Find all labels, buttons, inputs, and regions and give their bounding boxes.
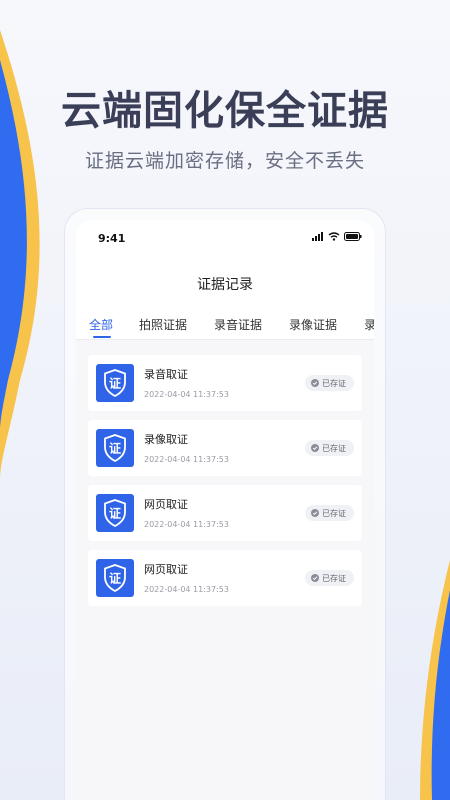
- check-circle-icon: [311, 444, 319, 452]
- certificate-shield-icon: 证: [96, 429, 134, 467]
- check-circle-icon: [311, 509, 319, 517]
- record-time: 2022-04-04 11:37:53: [144, 520, 229, 529]
- signal-icon: [312, 232, 323, 241]
- page-title: 证据记录: [197, 277, 253, 293]
- check-circle-icon: [311, 574, 319, 582]
- record-item[interactable]: 证 网页取证 2022-04-04 11:37:53 已存证: [88, 485, 362, 541]
- promo-subline: 证据云端加密存储，安全不丢失: [84, 150, 365, 172]
- tab-photo[interactable]: 拍照证据: [139, 316, 187, 333]
- certificate-shield-icon: 证: [96, 494, 134, 532]
- record-list: 证 录音取证 2022-04-04 11:37:53 已存证 证 录像取证 20…: [88, 355, 362, 615]
- tabs-divider: [76, 339, 374, 340]
- record-item[interactable]: 证 录音取证 2022-04-04 11:37:53 已存证: [88, 355, 362, 411]
- record-title: 录像取证: [144, 433, 188, 446]
- status-badge: 已存证: [305, 570, 354, 586]
- svg-text:证: 证: [109, 442, 121, 456]
- certificate-shield-icon: 证: [96, 364, 134, 402]
- active-tab-indicator: [93, 336, 111, 338]
- certificate-shield-icon: 证: [96, 559, 134, 597]
- svg-text:证: 证: [109, 507, 121, 521]
- record-title: 网页取证: [144, 563, 188, 576]
- tab-all[interactable]: 全部: [89, 316, 113, 333]
- record-item[interactable]: 证 网页取证 2022-04-04 11:37:53 已存证: [88, 550, 362, 606]
- phone-header: 9:41 证据记录 全部 拍照证据 录音证据 录像证据 录: [76, 220, 374, 340]
- record-title: 录音取证: [144, 368, 188, 381]
- check-circle-icon: [311, 379, 319, 387]
- tab-video[interactable]: 录像证据: [289, 316, 337, 333]
- promo-headline: 云端固化保全证据: [61, 88, 389, 134]
- record-item[interactable]: 证 录像取证 2022-04-04 11:37:53 已存证: [88, 420, 362, 476]
- status-icons: [312, 232, 362, 241]
- status-badge: 已存证: [305, 505, 354, 521]
- svg-text:证: 证: [109, 572, 121, 586]
- battery-icon: [344, 232, 362, 241]
- tab-audio[interactable]: 录音证据: [214, 316, 262, 333]
- status-badge: 已存证: [305, 440, 354, 456]
- record-title: 网页取证: [144, 498, 188, 511]
- wifi-icon: [328, 232, 340, 241]
- status-badge: 已存证: [305, 375, 354, 391]
- phone-screen: 9:41 证据记录 全部 拍照证据 录音证据 录像证据 录 证 录音取证 202…: [76, 220, 374, 800]
- record-time: 2022-04-04 11:37:53: [144, 455, 229, 464]
- svg-text:证: 证: [109, 377, 121, 391]
- tab-bar: 全部 拍照证据 录音证据 录像证据 录: [76, 316, 374, 340]
- status-time: 9:41: [98, 232, 126, 245]
- record-time: 2022-04-04 11:37:53: [144, 585, 229, 594]
- record-time: 2022-04-04 11:37:53: [144, 390, 229, 399]
- tab-more[interactable]: 录: [364, 316, 374, 333]
